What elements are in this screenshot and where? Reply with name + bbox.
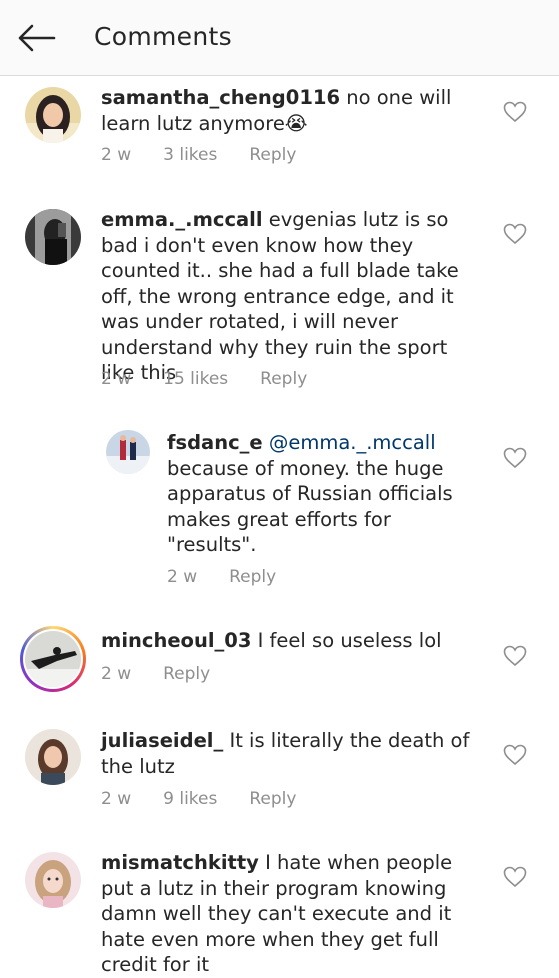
comment-body: evgenias lutz is so bad i don't even kno…	[101, 208, 459, 384]
comment-likes[interactable]: 9 likes	[163, 789, 217, 809]
comment-username[interactable]: juliaseidel_	[101, 729, 223, 752]
comment-likes[interactable]: 15 likes	[163, 369, 228, 389]
reply-button[interactable]: Reply	[249, 789, 296, 809]
avatar-ring-inner	[23, 629, 83, 689]
comment-text: samantha_cheng0116 no one will learn lut…	[101, 85, 481, 136]
heart-outline-icon	[503, 447, 527, 469]
like-button[interactable]	[503, 101, 527, 123]
heart-outline-icon	[503, 223, 527, 245]
comment-text: mincheoul_03 I feel so useless lol	[101, 628, 481, 654]
comment-meta: 2 w Reply	[167, 567, 308, 587]
reply-button[interactable]: Reply	[163, 664, 210, 684]
mention-link[interactable]: @emma._.mccall	[269, 431, 436, 454]
heart-outline-icon	[503, 101, 527, 123]
like-button[interactable]	[503, 223, 527, 245]
comment-body: I feel so useless lol	[257, 629, 442, 652]
like-button[interactable]	[503, 866, 527, 888]
heart-outline-icon	[503, 866, 527, 888]
reply-button[interactable]: Reply	[260, 369, 307, 389]
comment-text: fsdanc_e @emma._.mccall because of money…	[167, 430, 477, 558]
comment-username[interactable]: fsdanc_e	[167, 431, 263, 454]
comment-time: 2 w	[101, 789, 132, 809]
comment-username[interactable]: emma._.mccall	[101, 208, 263, 231]
avatar[interactable]	[25, 852, 81, 908]
comment-username[interactable]: samantha_cheng0116	[101, 86, 340, 109]
comment-time: 2 w	[167, 567, 198, 587]
comment-time: 2 w	[101, 145, 132, 165]
arrow-left-icon	[18, 24, 56, 52]
comment-meta: 2 w 15 likes Reply	[101, 369, 339, 389]
comment-text: mismatchkitty I hate when people put a l…	[101, 850, 481, 978]
comment-username[interactable]: mincheoul_03	[101, 629, 251, 652]
avatar[interactable]	[25, 209, 81, 265]
comment-time: 2 w	[101, 664, 132, 684]
comment-username[interactable]: mismatchkitty	[101, 851, 259, 874]
comment-body: because of money. the huge apparatus of …	[167, 456, 453, 557]
comment-likes[interactable]: 3 likes	[163, 145, 217, 165]
heart-outline-icon	[503, 744, 527, 766]
heart-outline-icon	[503, 645, 527, 667]
back-button[interactable]	[16, 18, 60, 58]
comment-meta: 2 w 9 likes Reply	[101, 789, 328, 809]
comment-meta: 2 w Reply	[101, 664, 242, 684]
avatar-picture	[25, 631, 81, 687]
comment-meta: 2 w 3 likes Reply	[101, 145, 328, 165]
avatar[interactable]	[20, 626, 86, 692]
avatar[interactable]	[106, 430, 150, 474]
reply-button[interactable]: Reply	[229, 567, 276, 587]
comment-text: juliaseidel_ It is literally the death o…	[101, 728, 481, 779]
comment-time: 2 w	[101, 369, 132, 389]
page-title: Comments	[94, 22, 232, 51]
reply-button[interactable]: Reply	[249, 145, 296, 165]
avatar[interactable]	[25, 729, 81, 785]
like-button[interactable]	[503, 744, 527, 766]
like-button[interactable]	[503, 447, 527, 469]
comments-header: Comments	[0, 0, 559, 76]
comment-text: emma._.mccall evgenias lutz is so bad i …	[101, 207, 481, 386]
like-button[interactable]	[503, 645, 527, 667]
avatar[interactable]	[25, 87, 81, 143]
